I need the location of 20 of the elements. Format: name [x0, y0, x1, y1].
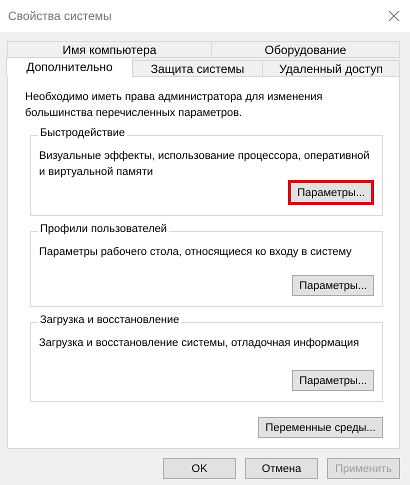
dialog-button[interactable]: OK: [163, 458, 236, 479]
dialog-button[interactable]: Отмена: [245, 458, 318, 479]
close-icon[interactable]: [388, 10, 400, 22]
tab[interactable]: Защита системы: [132, 60, 264, 77]
tab[interactable]: Оборудование: [210, 41, 400, 58]
group-title: Быстродействие: [38, 127, 127, 139]
group-description: Параметры рабочего стола, относящиеся ко входу в систему: [39, 245, 353, 260]
environment-variables-button[interactable]: Переменные среды...: [258, 417, 383, 438]
settings-button[interactable]: Параметры...: [288, 180, 374, 205]
tab[interactable]: Удаленный доступ: [262, 60, 400, 77]
settings-button[interactable]: Параметры...: [292, 370, 374, 391]
notice-text: Необходимо иметь права администратора для изменения большинства перечисленных параметров.: [25, 90, 324, 121]
settings-button[interactable]: Параметры...: [292, 275, 374, 296]
window-title: Свойства системы: [8, 9, 112, 23]
tab[interactable]: Имя компьютера: [7, 41, 212, 58]
group-description: Загрузка и восстановление системы, отладочная информация: [39, 336, 360, 352]
tab[interactable]: Дополнительно: [6, 57, 134, 77]
group-description: Визуальные эффекты, использование процессора, оперативной и виртуальной памяти: [39, 149, 371, 180]
group-title: Профили пользователей: [38, 223, 169, 235]
group-title: Загрузка и восстановление: [38, 314, 182, 326]
